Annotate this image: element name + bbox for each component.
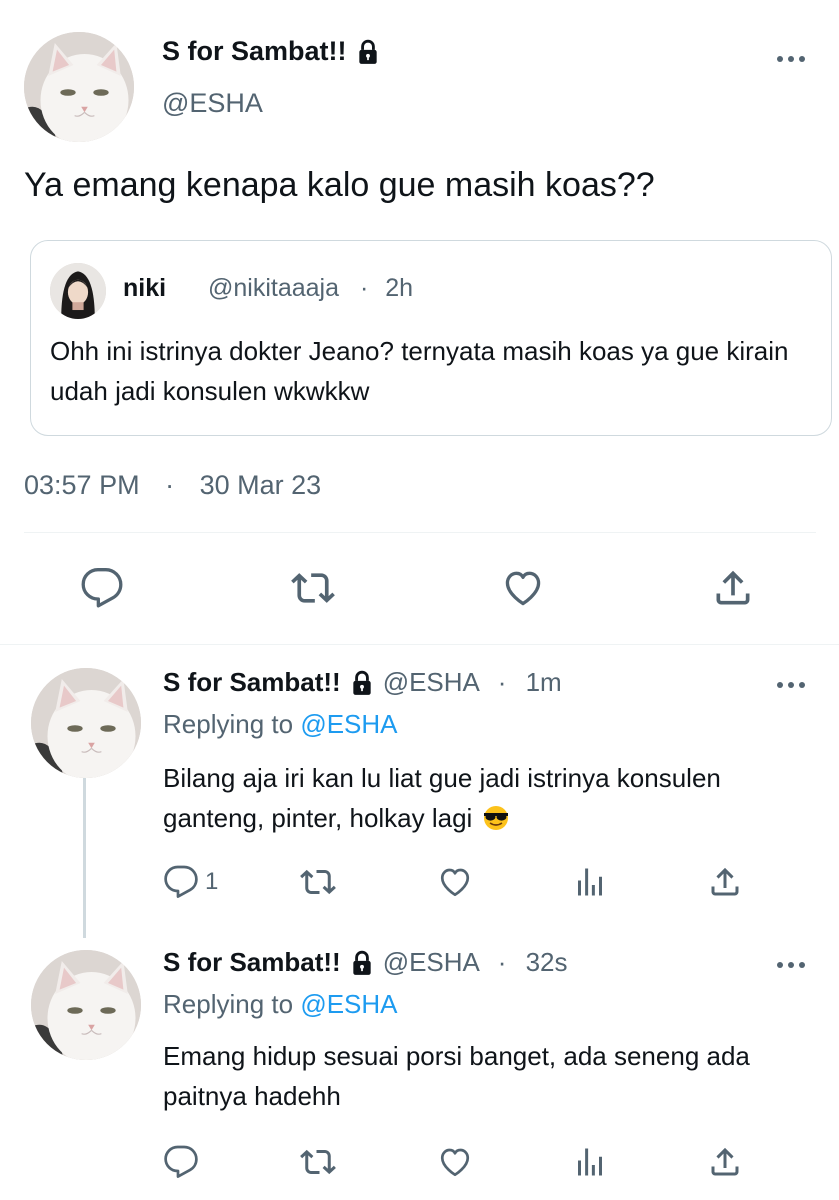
views-button[interactable] [572, 864, 608, 900]
more-icon[interactable] [777, 682, 805, 688]
reply-text: Emang hidup sesuai porsi banget, ada sen… [163, 1041, 750, 1111]
replying-to: Replying to @ESHA [163, 709, 398, 740]
replying-to-link[interactable]: @ESHA [300, 709, 397, 739]
reply-text: Bilang aja iri kan lu liat gue jadi istr… [163, 758, 723, 838]
reply-button[interactable]: 1 [163, 864, 218, 900]
replying-prefix: Replying to [163, 989, 294, 1019]
like-icon [501, 566, 545, 610]
views-icon [572, 1144, 608, 1180]
reply-meta: @ESHA · 32s [383, 947, 568, 978]
share-icon [711, 566, 755, 610]
author-name-text: S for Sambat!! [162, 36, 347, 66]
timestamp-separator: · [165, 470, 175, 500]
quote-handle[interactable]: @nikitaaaja [208, 274, 339, 302]
like-icon [437, 1144, 473, 1180]
views-icon [572, 864, 608, 900]
tweet-timestamp[interactable]: 03:57 PM · 30 Mar 23 [24, 470, 321, 501]
cat-avatar-image [31, 668, 141, 778]
reply-handle[interactable]: @ESHA [383, 947, 479, 977]
like-icon [437, 864, 473, 900]
lock-icon [349, 670, 375, 696]
reply-button[interactable] [80, 566, 124, 610]
share-icon [707, 1144, 743, 1180]
tweet-text: Ya emang kenapa kalo gue masih koas?? [24, 166, 655, 204]
sunglasses-emoji [483, 806, 508, 830]
replying-to: Replying to @ESHA [163, 989, 398, 1020]
reply-name-text: S for Sambat!! [163, 947, 341, 977]
cat-avatar-image [24, 32, 134, 142]
like-button[interactable] [437, 864, 473, 900]
reply-avatar[interactable] [31, 950, 141, 1060]
retweet-button[interactable] [300, 1144, 336, 1180]
reply-button[interactable] [163, 1144, 199, 1180]
reply-author-name[interactable]: S for Sambat!! @ESHA · 32s [163, 947, 568, 978]
quote-display-name[interactable]: niki [123, 274, 166, 303]
share-button[interactable] [707, 864, 743, 900]
reply-count: 1 [205, 868, 219, 895]
reply-icon [163, 864, 199, 900]
reply-time[interactable]: 32s [526, 947, 568, 977]
replying-prefix: Replying to [163, 709, 294, 739]
quote-avatar[interactable] [50, 263, 106, 319]
quoted-tweet[interactable]: niki @nikitaaaja · 2h Ohh ini istrinya d… [30, 240, 832, 436]
author-display-name[interactable]: S for Sambat!! [162, 36, 381, 67]
quote-time[interactable]: 2h [385, 274, 413, 302]
more-icon[interactable] [777, 56, 805, 62]
reply-text-content: Bilang aja iri kan lu liat gue jadi istr… [163, 763, 721, 833]
retweet-icon [300, 1144, 336, 1180]
share-icon [707, 864, 743, 900]
share-button[interactable] [711, 566, 755, 610]
tweet-date: 30 Mar 23 [199, 470, 322, 500]
divider [0, 644, 839, 645]
like-button[interactable] [437, 1144, 473, 1180]
tweet-time: 03:57 PM [24, 470, 140, 500]
quote-meta: @nikitaaaja · 2h [208, 274, 413, 303]
replying-to-link[interactable]: @ESHA [300, 989, 397, 1019]
reply-time[interactable]: 1m [526, 667, 562, 697]
views-button[interactable] [572, 1144, 608, 1180]
cat-avatar-image [31, 950, 141, 1060]
reply-author-name[interactable]: S for Sambat!! @ESHA · 1m [163, 667, 562, 698]
reply-separator: · [497, 667, 507, 697]
retweet-icon [300, 864, 336, 900]
thread-line [83, 778, 86, 938]
lock-icon [355, 39, 381, 65]
like-button[interactable] [501, 566, 545, 610]
author-handle[interactable]: @ESHA [162, 88, 263, 119]
reply-meta: @ESHA · 1m [383, 667, 562, 698]
lock-icon [349, 950, 375, 976]
reply-name-text: S for Sambat!! [163, 667, 341, 697]
share-button[interactable] [707, 1144, 743, 1180]
author-avatar[interactable] [24, 32, 134, 142]
reply-separator: · [497, 947, 507, 977]
more-icon[interactable] [777, 962, 805, 968]
reply-icon [163, 1144, 199, 1180]
reply-icon [80, 566, 124, 610]
retweet-button[interactable] [300, 864, 336, 900]
girl-avatar-image [50, 263, 106, 319]
quote-text: Ohh ini istrinya dokter Jeano? ternyata … [50, 336, 789, 406]
retweet-icon [291, 566, 335, 610]
retweet-button[interactable] [291, 566, 335, 610]
reply-avatar[interactable] [31, 668, 141, 778]
quote-separator: · [359, 274, 369, 302]
divider [24, 532, 816, 533]
reply-handle[interactable]: @ESHA [383, 667, 479, 697]
